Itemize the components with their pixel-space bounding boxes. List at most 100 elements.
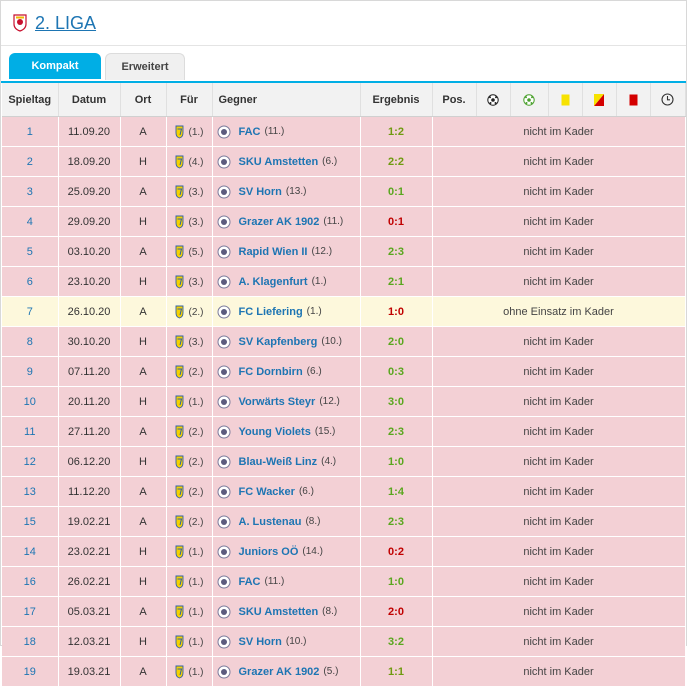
team-cell[interactable]: (2.) <box>166 476 213 507</box>
col-datum[interactable]: Datum <box>58 83 121 117</box>
kapfenberg-logo-icon[interactable] <box>217 335 231 349</box>
klagenfurt-logo-icon[interactable] <box>217 275 231 289</box>
spieltag-link[interactable]: 13 <box>2 476 59 507</box>
spieltag-link[interactable]: 15 <box>2 506 59 537</box>
team-cell[interactable]: (1.) <box>166 386 213 417</box>
dornbirn-logo-icon[interactable] <box>217 365 231 379</box>
col-red-cards[interactable] <box>616 83 651 117</box>
result-link[interactable]: 2:3 <box>388 516 404 528</box>
spieltag-link[interactable]: 1 <box>2 116 59 147</box>
rapid-logo-icon[interactable] <box>217 245 231 259</box>
result-link[interactable]: 1:4 <box>388 486 404 498</box>
result-link[interactable]: 0:3 <box>388 366 404 378</box>
fac-logo-icon[interactable] <box>217 125 231 139</box>
bwlinz-logo-icon[interactable] <box>217 455 231 469</box>
opponent-link[interactable]: Vorwärts Steyr <box>239 395 316 407</box>
spieltag-link[interactable]: 18 <box>2 626 59 657</box>
result-link[interactable]: 2:3 <box>388 246 404 258</box>
result-link[interactable]: 2:0 <box>388 336 404 348</box>
tab-kompakt[interactable]: Kompakt <box>9 53 101 79</box>
opponent-link[interactable]: FAC <box>239 125 261 137</box>
juniors-logo-icon[interactable] <box>217 545 231 559</box>
opponent-link[interactable]: Juniors OÖ <box>239 545 299 557</box>
team-cell[interactable]: (4.) <box>166 146 213 177</box>
violets-logo-icon[interactable] <box>217 425 231 439</box>
result-link[interactable]: 2:0 <box>388 606 404 618</box>
col-minutes[interactable] <box>650 83 686 117</box>
team-cell[interactable]: (5.) <box>166 236 213 267</box>
col-gegner[interactable]: Gegner <box>212 83 361 117</box>
opponent-link[interactable]: Grazer AK 1902 <box>239 665 320 677</box>
team-cell[interactable]: (3.) <box>166 266 213 297</box>
spieltag-link[interactable]: 14 <box>2 536 59 567</box>
opponent-link[interactable]: SV Horn <box>239 185 282 197</box>
team-cell[interactable]: (3.) <box>166 176 213 207</box>
team-cell[interactable]: (1.) <box>166 626 213 657</box>
opponent-link[interactable]: Blau-Weiß Linz <box>239 455 318 467</box>
opponent-link[interactable]: Young Violets <box>239 425 311 437</box>
opponent-link[interactable]: Rapid Wien II <box>239 245 308 257</box>
col-ort[interactable]: Ort <box>120 83 167 117</box>
opponent-link[interactable]: FC Dornbirn <box>239 365 303 377</box>
opponent-link[interactable]: FAC <box>239 575 261 587</box>
wacker-logo-icon[interactable] <box>217 485 231 499</box>
opponent-link[interactable]: A. Klagenfurt <box>239 275 308 287</box>
team-cell[interactable]: (2.) <box>166 356 213 387</box>
opponent-link[interactable]: SKU Amstetten <box>239 605 319 617</box>
result-link[interactable]: 2:2 <box>388 156 404 168</box>
team-cell[interactable]: (2.) <box>166 296 213 327</box>
opponent-link[interactable]: FC Liefering <box>239 305 303 317</box>
horn-logo-icon[interactable] <box>217 635 231 649</box>
team-cell[interactable]: (3.) <box>166 326 213 357</box>
col-goals[interactable] <box>476 83 511 117</box>
opponent-link[interactable]: SV Kapfenberg <box>239 335 318 347</box>
result-link[interactable]: 2:1 <box>388 276 404 288</box>
spieltag-link[interactable]: 2 <box>2 146 59 177</box>
gak-logo-icon[interactable] <box>217 665 231 679</box>
result-link[interactable]: 0:1 <box>388 216 404 228</box>
opponent-link[interactable]: SKU Amstetten <box>239 155 319 167</box>
result-link[interactable]: 1:2 <box>388 126 404 138</box>
team-cell[interactable]: (1.) <box>166 116 213 147</box>
fac-logo-icon[interactable] <box>217 575 231 589</box>
gak-logo-icon[interactable] <box>217 215 231 229</box>
spieltag-link[interactable]: 3 <box>2 176 59 207</box>
opponent-link[interactable]: FC Wacker <box>239 485 295 497</box>
spieltag-link[interactable]: 19 <box>2 656 59 687</box>
team-cell[interactable]: (2.) <box>166 416 213 447</box>
team-cell[interactable]: (1.) <box>166 566 213 597</box>
team-cell[interactable]: (2.) <box>166 506 213 537</box>
col-yellow-red-cards[interactable] <box>582 83 617 117</box>
result-link[interactable]: 1:0 <box>388 576 404 588</box>
result-link[interactable]: 1:0 <box>388 306 404 318</box>
horn-logo-icon[interactable] <box>217 185 231 199</box>
team-cell[interactable]: (1.) <box>166 596 213 627</box>
opponent-link[interactable]: Grazer AK 1902 <box>239 215 320 227</box>
team-cell[interactable]: (1.) <box>166 536 213 567</box>
team-cell[interactable]: (2.) <box>166 446 213 477</box>
result-link[interactable]: 1:0 <box>388 456 404 468</box>
spieltag-link[interactable]: 11 <box>2 416 59 447</box>
spieltag-link[interactable]: 10 <box>2 386 59 417</box>
spieltag-link[interactable]: 5 <box>2 236 59 267</box>
result-link[interactable]: 1:1 <box>388 666 404 678</box>
steyr-logo-icon[interactable] <box>217 395 231 409</box>
spieltag-link[interactable]: 4 <box>2 206 59 237</box>
col-pos[interactable]: Pos. <box>432 83 477 117</box>
result-link[interactable]: 3:0 <box>388 396 404 408</box>
spieltag-link[interactable]: 12 <box>2 446 59 477</box>
spieltag-link[interactable]: 9 <box>2 356 59 387</box>
col-yellow-cards[interactable] <box>548 83 583 117</box>
spieltag-link[interactable]: 8 <box>2 326 59 357</box>
spieltag-link[interactable]: 16 <box>2 566 59 597</box>
team-cell[interactable]: (3.) <box>166 206 213 237</box>
spieltag-link[interactable]: 6 <box>2 266 59 297</box>
amstetten-logo-icon[interactable] <box>217 155 231 169</box>
spieltag-link[interactable]: 17 <box>2 596 59 627</box>
result-link[interactable]: 0:1 <box>388 186 404 198</box>
lustenau-logo-icon[interactable] <box>217 515 231 529</box>
col-fuer[interactable]: Für <box>166 83 213 117</box>
result-link[interactable]: 0:2 <box>388 546 404 558</box>
team-cell[interactable]: (1.) <box>166 656 213 687</box>
col-assists[interactable] <box>510 83 549 117</box>
